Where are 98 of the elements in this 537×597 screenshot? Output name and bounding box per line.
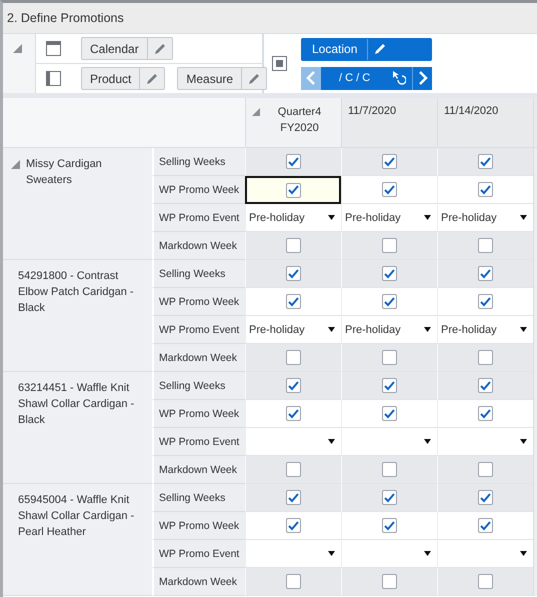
row-layout-icon bbox=[46, 41, 61, 56]
checkbox[interactable] bbox=[382, 462, 397, 477]
dropdown-field[interactable]: Pre-holiday bbox=[342, 316, 437, 343]
checkbox[interactable] bbox=[382, 350, 397, 365]
checkbox[interactable] bbox=[478, 266, 493, 281]
grid-cell[interactable] bbox=[245, 176, 341, 204]
pencil-icon bbox=[373, 42, 388, 56]
checkbox[interactable] bbox=[382, 378, 397, 393]
pencil-icon bbox=[145, 72, 160, 86]
checkbox[interactable] bbox=[286, 490, 301, 505]
checkbox[interactable] bbox=[478, 574, 493, 589]
cursor-refresh-icon[interactable] bbox=[392, 70, 406, 86]
measure-label: WP Promo Week bbox=[152, 512, 245, 540]
checkbox[interactable] bbox=[382, 238, 397, 253]
checkbox[interactable] bbox=[286, 378, 301, 393]
checkbox[interactable] bbox=[478, 518, 493, 533]
checkbox[interactable] bbox=[478, 182, 493, 197]
collapse-triangle-icon[interactable] bbox=[252, 108, 260, 116]
dropdown-field[interactable]: Pre-holiday bbox=[438, 204, 533, 231]
product-cell: 65945004 - Waffle Knit Shawl Collar Cardigan - Pearl Heather bbox=[3, 484, 152, 596]
panel-title: 2. Define Promotions bbox=[7, 11, 124, 25]
pencil-icon bbox=[152, 42, 167, 56]
checkbox[interactable] bbox=[286, 294, 301, 309]
caret-icon bbox=[328, 439, 335, 444]
column-layout-icon bbox=[46, 71, 61, 86]
checkbox[interactable] bbox=[478, 238, 493, 253]
measure-label: Selling Weeks bbox=[152, 148, 245, 176]
checkbox[interactable] bbox=[286, 462, 301, 477]
checkbox[interactable] bbox=[478, 294, 493, 309]
next-page-button[interactable] bbox=[412, 66, 432, 90]
caret-icon bbox=[424, 439, 431, 444]
collapse-triangle-icon[interactable] bbox=[11, 160, 20, 169]
checkbox[interactable] bbox=[382, 182, 397, 197]
measure-label: Selling Weeks bbox=[152, 372, 245, 400]
measure-label: Markdown Week bbox=[152, 344, 245, 372]
caret-icon bbox=[424, 327, 431, 332]
chevron-left-icon bbox=[306, 71, 316, 85]
measure-label: WP Promo Event bbox=[152, 316, 245, 344]
caret-icon bbox=[520, 215, 527, 220]
checkbox[interactable] bbox=[382, 294, 397, 309]
measure-label: WP Promo Event bbox=[152, 204, 245, 232]
product-cell: 63214451 - Waffle Knit Shawl Collar Cardigan - Black bbox=[3, 372, 152, 484]
dimension-button[interactable]: Location bbox=[301, 38, 432, 60]
checkbox[interactable] bbox=[286, 518, 301, 533]
measure-label: WP Promo Week bbox=[152, 176, 245, 204]
checkbox[interactable] bbox=[286, 182, 300, 198]
dropdown-field[interactable]: Pre-holiday bbox=[246, 204, 341, 231]
checkbox[interactable] bbox=[478, 350, 493, 365]
chevron-right-icon bbox=[418, 71, 428, 85]
checkbox[interactable] bbox=[286, 266, 301, 281]
measure-label: Markdown Week bbox=[152, 568, 245, 596]
checkbox[interactable] bbox=[478, 462, 493, 477]
caret-icon bbox=[424, 551, 431, 556]
measure-label: WP Promo Week bbox=[152, 288, 245, 316]
dimension-button[interactable]: Product bbox=[81, 67, 166, 90]
checkbox[interactable] bbox=[478, 154, 493, 169]
checkbox[interactable] bbox=[382, 406, 397, 421]
measure-label: Selling Weeks bbox=[152, 484, 245, 512]
caret-icon bbox=[328, 215, 335, 220]
checkbox[interactable] bbox=[286, 238, 301, 253]
checkbox[interactable] bbox=[478, 406, 493, 421]
checkbox[interactable] bbox=[286, 406, 301, 421]
checkbox[interactable] bbox=[382, 518, 397, 533]
product-cell: Missy Cardigan Sweaters bbox=[3, 148, 152, 260]
pencil-icon bbox=[247, 72, 262, 86]
checkbox[interactable] bbox=[286, 154, 301, 169]
checkbox[interactable] bbox=[286, 574, 301, 589]
checkbox[interactable] bbox=[382, 154, 397, 169]
caret-icon bbox=[520, 327, 527, 332]
checkbox[interactable] bbox=[478, 490, 493, 505]
measure-label: WP Promo Week bbox=[152, 400, 245, 428]
column-header: 11/7/2020 bbox=[341, 98, 437, 148]
dropdown-field[interactable]: Pre-holiday bbox=[342, 204, 437, 231]
checkbox[interactable] bbox=[382, 490, 397, 505]
dropdown-field[interactable]: Pre-holiday bbox=[438, 316, 533, 343]
column-header: Quarter4 FY2020 bbox=[245, 98, 341, 148]
caret-icon bbox=[424, 215, 431, 220]
dropdown-field[interactable]: Pre-holiday bbox=[246, 316, 341, 343]
measure-label: Selling Weeks bbox=[152, 260, 245, 288]
caret-icon bbox=[520, 439, 527, 444]
checkbox[interactable] bbox=[286, 350, 301, 365]
caret-icon bbox=[328, 551, 335, 556]
column-header: 11/14/2020 bbox=[437, 98, 533, 148]
checkbox[interactable] bbox=[382, 574, 397, 589]
dimension-button[interactable]: Measure bbox=[177, 67, 268, 90]
measure-label: Markdown Week bbox=[152, 456, 245, 484]
collapse-triangle-icon[interactable] bbox=[13, 44, 22, 53]
caret-icon bbox=[328, 327, 335, 332]
measure-label: WP Promo Event bbox=[152, 540, 245, 568]
dimension-button[interactable]: Calendar bbox=[81, 37, 173, 60]
caret-icon bbox=[520, 551, 527, 556]
checkbox[interactable] bbox=[478, 378, 493, 393]
product-cell: 54291800 - Contrast Elbow Patch Caridgan - Black bbox=[3, 260, 152, 372]
measure-label: Markdown Week bbox=[152, 232, 245, 260]
page-layout-icon bbox=[272, 56, 287, 71]
measure-label: WP Promo Event bbox=[152, 428, 245, 456]
page-value: / C / C bbox=[339, 72, 370, 84]
checkbox[interactable] bbox=[382, 266, 397, 281]
